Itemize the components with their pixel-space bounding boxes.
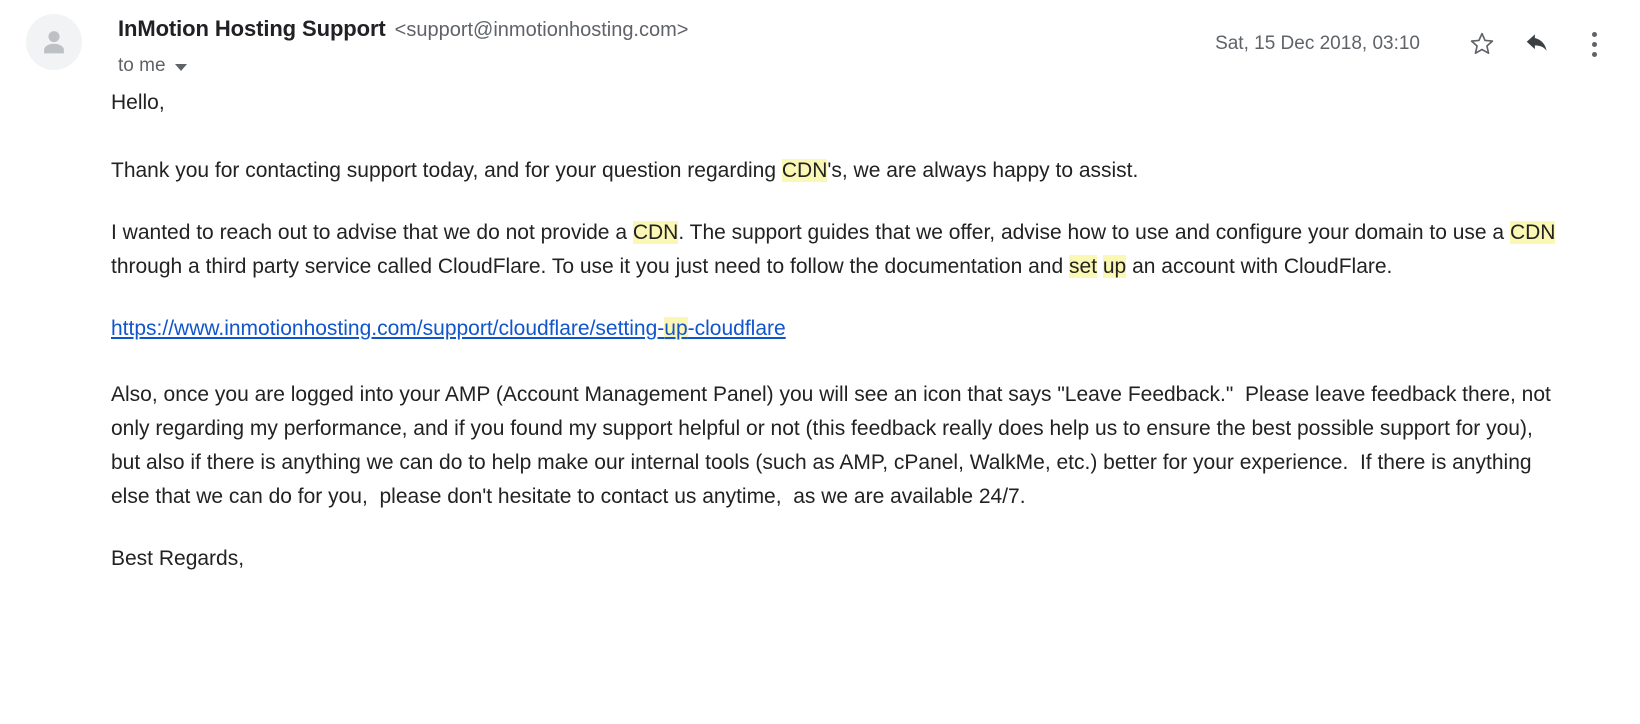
avatar	[26, 14, 82, 70]
reply-arrow-icon	[1523, 29, 1553, 59]
highlight-cdn-2: CDN	[633, 221, 679, 244]
link-text-b: -cloudflare	[688, 317, 786, 340]
recipient-label: to me	[118, 55, 166, 77]
paragraph-feedback: Also, once you are logged into your AMP …	[111, 378, 1571, 514]
person-icon	[37, 25, 71, 59]
greeting-text: Hello,	[111, 91, 165, 114]
p2-text-d	[1097, 255, 1103, 278]
email-message-view: InMotion Hosting Support <support@inmoti…	[0, 0, 1640, 724]
sender-name: InMotion Hosting Support	[118, 16, 386, 42]
p1-text-a: Thank you for contacting support today, …	[111, 159, 782, 182]
recipient-details-toggle[interactable]: to me	[118, 55, 1215, 77]
reply-button[interactable]	[1516, 22, 1560, 66]
star-icon	[1468, 30, 1496, 58]
chevron-down-icon	[175, 64, 187, 71]
p2-text-e: an account with CloudFlare.	[1126, 255, 1392, 278]
paragraph-signoff: Best Regards,	[111, 542, 1571, 576]
highlight-cdn-1: CDN	[782, 159, 828, 182]
paragraph-thank-you: Thank you for contacting support today, …	[111, 154, 1571, 188]
sender-email: <support@inmotionhosting.com>	[395, 19, 689, 42]
message-date: Sat, 15 Dec 2018, 03:10	[1215, 33, 1420, 55]
link-text-a: https://www.inmotionhosting.com/support/…	[111, 317, 664, 340]
kebab-dot-3	[1592, 52, 1597, 57]
p1-text-b: 's, we are always happy to assist.	[827, 159, 1138, 182]
paragraph-link: https://www.inmotionhosting.com/support/…	[111, 312, 1571, 346]
paragraph-greeting: Hello,	[111, 86, 1571, 120]
header-actions: Sat, 15 Dec 2018, 03:10	[1215, 10, 1616, 66]
more-options-button[interactable]	[1572, 22, 1616, 66]
sender-line: InMotion Hosting Support <support@inmoti…	[118, 16, 1215, 42]
paragraph-no-cdn: I wanted to reach out to advise that we …	[111, 216, 1571, 284]
message-header: InMotion Hosting Support <support@inmoti…	[0, 0, 1640, 86]
highlight-set: set	[1069, 255, 1097, 278]
highlight-up-1: up	[1103, 255, 1126, 278]
p2-text-b: . The support guides that we offer, advi…	[678, 221, 1510, 244]
message-body: Hello, Thank you for contacting support …	[0, 86, 1640, 576]
cloudflare-setup-link[interactable]: https://www.inmotionhosting.com/support/…	[111, 317, 786, 340]
header-text-block: InMotion Hosting Support <support@inmoti…	[118, 10, 1215, 77]
kebab-dot-2	[1592, 42, 1597, 47]
highlight-up-2: up	[664, 317, 687, 340]
star-button[interactable]	[1460, 22, 1504, 66]
highlight-cdn-3: CDN	[1510, 221, 1556, 244]
p2-text-a: I wanted to reach out to advise that we …	[111, 221, 633, 244]
kebab-dot-1	[1592, 32, 1597, 37]
